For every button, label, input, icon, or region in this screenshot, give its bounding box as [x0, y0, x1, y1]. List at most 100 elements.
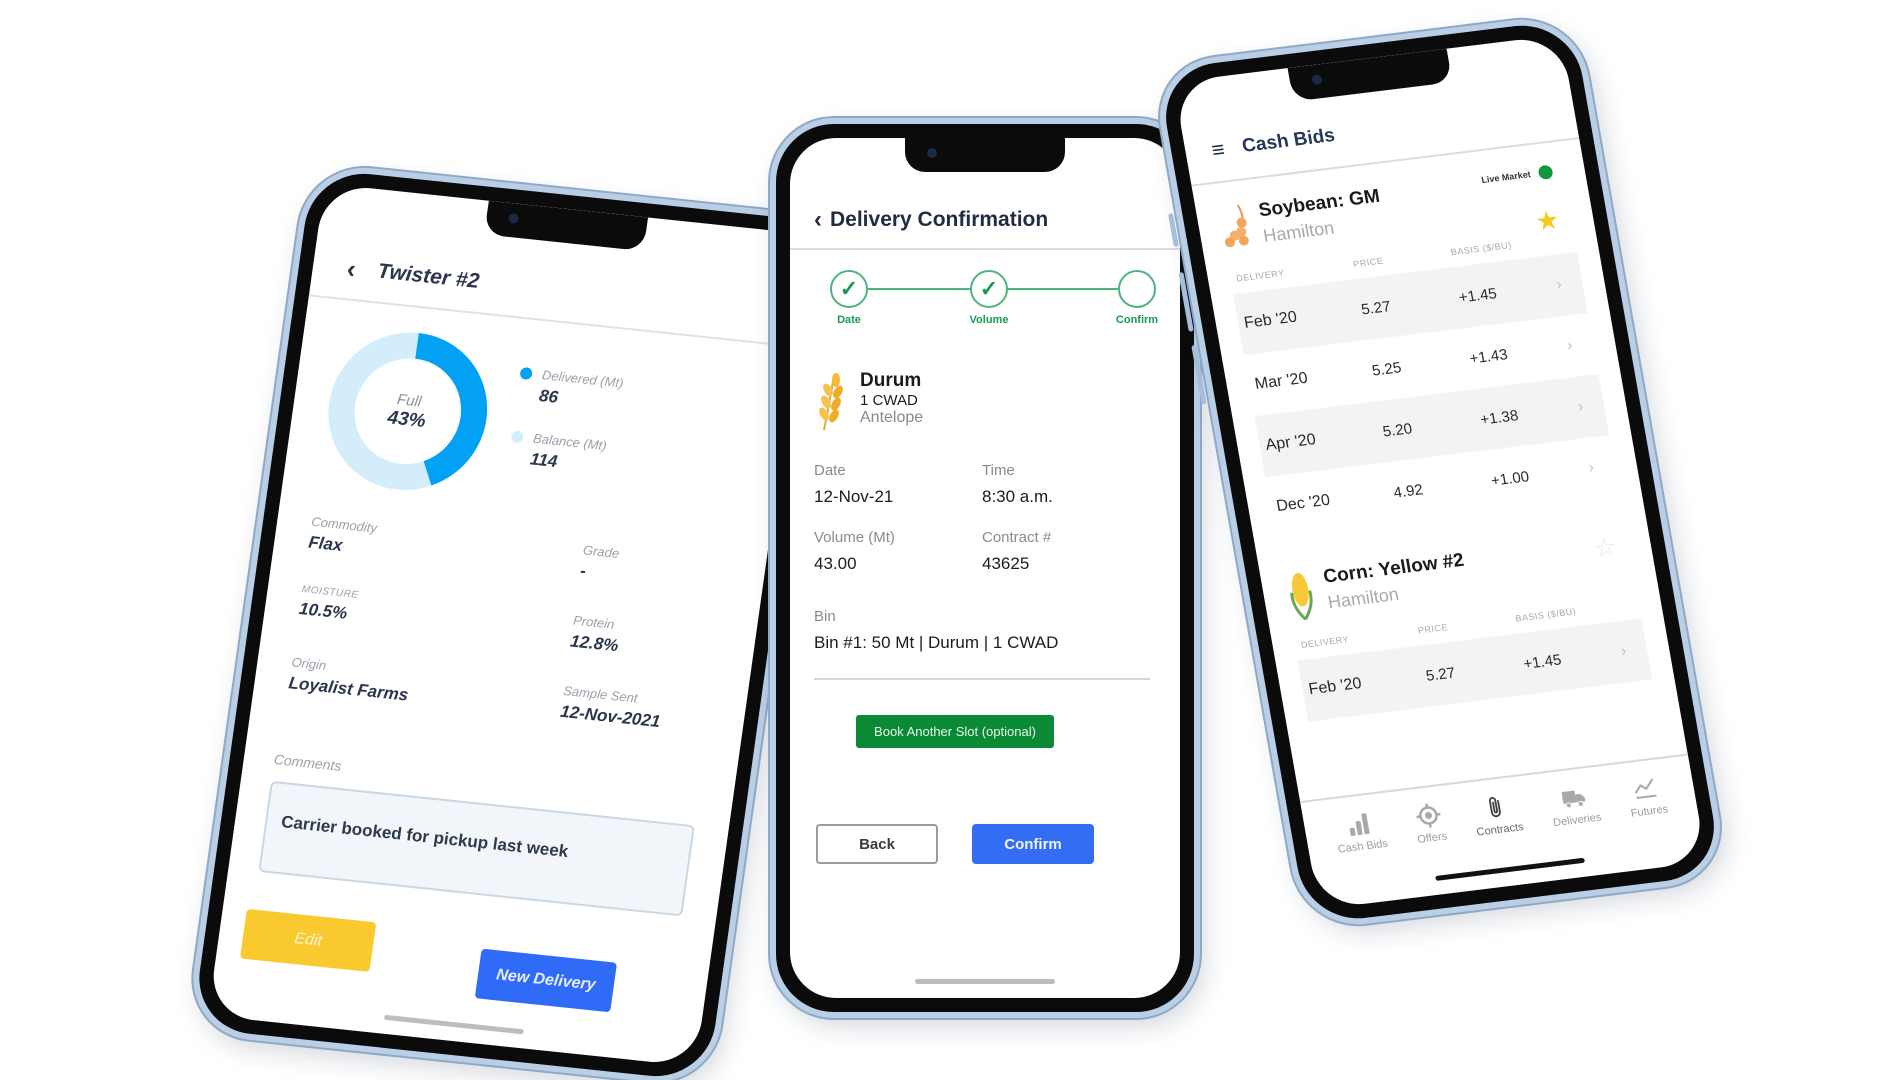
wheat-icon: [819, 373, 843, 431]
camera-icon: [927, 148, 937, 158]
legend-delivered: Delivered (Mt) 86: [516, 365, 624, 414]
tab-label: Offers: [1416, 830, 1449, 846]
cell-basis: +1.00: [1489, 467, 1531, 490]
live-status-dot: [1537, 164, 1554, 181]
tab-offers[interactable]: Offers: [1411, 801, 1448, 846]
phone-bezel: ≡ Cash Bids Soybean: GM Hamilton Live Ma…: [1156, 19, 1724, 925]
column-header: DELIVERY: [1300, 634, 1350, 650]
bottom-tab-bar: Cash Bids Offers Contracts Deliveries Fu…: [1300, 753, 1701, 874]
target-icon: [1416, 803, 1441, 828]
crop-summary: Durum 1 CWAD Antelope: [814, 370, 923, 432]
notch: [484, 200, 649, 252]
tab-contracts[interactable]: Contracts: [1471, 792, 1525, 839]
cell-basis: +1.43: [1468, 345, 1509, 368]
tab-cash-bids[interactable]: Cash Bids: [1332, 808, 1389, 856]
home-indicator: [915, 979, 1055, 984]
step-confirm[interactable]: [1118, 270, 1156, 308]
corn-icon: [1290, 572, 1313, 621]
crop-name: Durum: [860, 370, 922, 391]
field-label: Volume (Mt): [814, 529, 895, 546]
column-header: PRICE: [1417, 622, 1449, 636]
truck-icon: [1561, 790, 1586, 809]
camera-icon: [507, 212, 520, 224]
cell-delivery: Dec '20: [1275, 491, 1332, 516]
step-label: Volume: [969, 314, 1009, 326]
stepper-connector: [1008, 288, 1118, 290]
chevron-right-icon: ›: [1587, 459, 1596, 477]
commodity-text: Corn: Yellow #2 Hamilton: [1322, 550, 1470, 614]
cell-price: 4.92: [1392, 480, 1425, 502]
header-divider: [790, 248, 1180, 250]
tab-futures[interactable]: Futures: [1625, 774, 1669, 820]
donut-center-value: 43%: [386, 406, 428, 432]
step-volume[interactable]: ✓: [970, 270, 1008, 308]
stepper-connector: [868, 288, 970, 290]
notch: [1287, 48, 1453, 102]
legend-dot-balance: [510, 429, 525, 443]
hamburger-menu-icon[interactable]: ≡: [1210, 137, 1227, 164]
legend-value: 114: [529, 449, 559, 472]
cell-price: 5.20: [1381, 419, 1414, 441]
tab-deliveries[interactable]: Deliveries: [1547, 782, 1602, 829]
notch: [905, 138, 1065, 172]
column-header: DELIVERY: [1235, 267, 1286, 284]
legend-dot-delivered: [519, 366, 534, 380]
cell-basis: +1.45: [1457, 284, 1499, 307]
crop-grade: 1 CWAD: [860, 392, 918, 409]
header: ‹ Delivery Confirmation: [814, 206, 1048, 234]
chevron-left-icon[interactable]: ‹: [814, 206, 822, 234]
cell-delivery: Feb '20: [1242, 308, 1299, 332]
page-title: Twister #2: [376, 259, 481, 293]
cell-delivery: Mar '20: [1253, 369, 1310, 393]
field-label: Bin: [814, 608, 836, 625]
chevron-right-icon: ›: [1565, 337, 1574, 355]
phone-bezel: ‹ Twister #2 Full 43% Delivered (Mt) 86 …: [191, 168, 829, 1080]
field-origin: Origin Loyalist Farms: [287, 654, 504, 715]
crop-text: Durum 1 CWAD Antelope: [860, 370, 923, 432]
tab-label: Deliveries: [1552, 811, 1603, 830]
home-indicator: [1435, 857, 1586, 881]
back-button[interactable]: Back: [816, 824, 938, 864]
field-moisture: Moisture 10.5%: [297, 584, 514, 645]
cell-price: 5.27: [1424, 664, 1457, 685]
field-sample-sent: Sample Sent 12-Nov-2021: [499, 677, 716, 738]
page-title: Delivery Confirmation: [830, 208, 1049, 231]
donut-center: Full 43%: [317, 324, 498, 499]
chevron-right-icon: ›: [1554, 276, 1564, 294]
tab-label: Futures: [1629, 803, 1670, 820]
commodity-card-soybean: Soybean: GM Hamilton Live Market ★ DELIV…: [1217, 163, 1620, 538]
field-commodity: Commodity Flax: [307, 514, 524, 575]
field-contract: Contract # 43625: [982, 529, 1150, 574]
cell-basis: +1.45: [1522, 650, 1563, 673]
phone-screen: ‹ Delivery Confirmation ✓ ✓ Date Volume …: [790, 138, 1180, 998]
step-label: Confirm: [1115, 314, 1159, 326]
phone-screen: ‹ Twister #2 Full 43% Delivered (Mt) 86 …: [207, 183, 813, 1067]
new-delivery-button[interactable]: New Delivery: [474, 948, 618, 1013]
book-another-slot-button[interactable]: Book Another Slot (optional): [856, 715, 1054, 748]
legend-balance: Balance (Mt) 114: [507, 428, 608, 477]
field-value: 12-Nov-21: [814, 487, 894, 506]
column-header: BASIS ($/BU): [1514, 606, 1578, 624]
cell-price: 5.27: [1359, 297, 1392, 318]
bar-chart-icon: [1349, 813, 1370, 836]
donut-chart: Full 43%: [317, 324, 498, 499]
phone-cash-bids: ≡ Cash Bids Soybean: GM Hamilton Live Ma…: [1149, 12, 1731, 932]
phone-twister-detail: ‹ Twister #2 Full 43% Delivered (Mt) 86 …: [185, 161, 835, 1080]
home-indicator: [383, 1014, 524, 1035]
phone-screen: ≡ Cash Bids Soybean: GM Hamilton Live Ma…: [1173, 34, 1707, 910]
confirm-button[interactable]: Confirm: [972, 824, 1094, 864]
trend-line-icon: [1635, 778, 1658, 799]
step-date[interactable]: ✓: [830, 270, 868, 308]
field-label: Date: [814, 462, 846, 479]
paperclip-icon: [1489, 797, 1501, 818]
column-header: PRICE: [1352, 255, 1385, 270]
chevron-left-icon[interactable]: ‹: [345, 253, 358, 285]
comments-field[interactable]: Carrier booked for pickup last week: [258, 780, 695, 917]
field-value: 8:30 a.m.: [982, 487, 1053, 506]
edit-button[interactable]: Edit: [239, 908, 377, 972]
delivery-details-grid: Date 12-Nov-21 Time 8:30 a.m. Volume (Mt…: [814, 462, 1150, 574]
legend-value: 86: [537, 386, 560, 407]
check-icon: ✓: [979, 276, 999, 301]
check-icon: ✓: [839, 276, 859, 301]
column-header: BASIS ($/BU): [1450, 239, 1513, 258]
